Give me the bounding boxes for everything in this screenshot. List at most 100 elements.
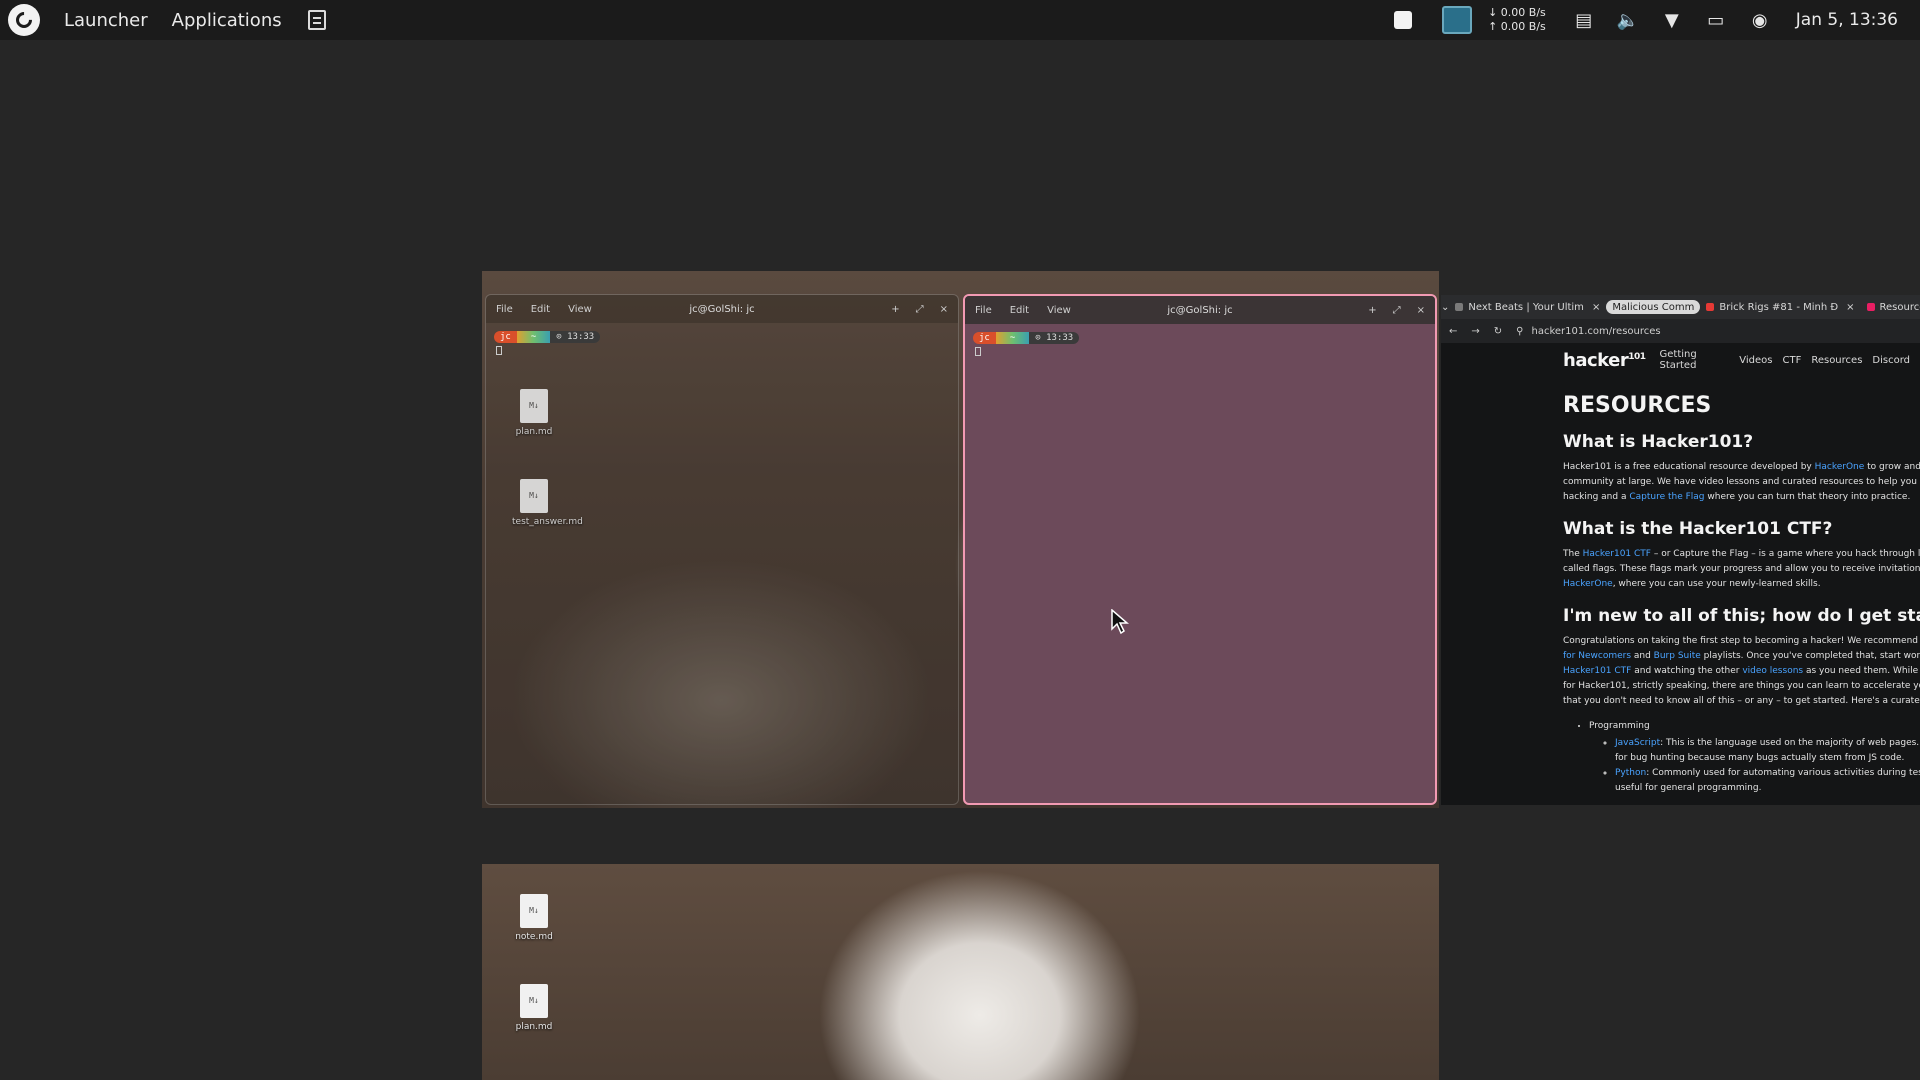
shell-prompt: jc ~ ⊙ 13:33 bbox=[973, 332, 1435, 344]
site-info-icon[interactable]: ⚲ bbox=[1516, 326, 1523, 337]
applications-button[interactable]: Applications bbox=[172, 10, 282, 31]
top-panel: Launcher Applications ↓ 0.00 B/s ↑ 0.00 … bbox=[0, 0, 1920, 40]
workspace-thumbnail-icon[interactable] bbox=[1442, 6, 1473, 34]
workspace-indicator-icon[interactable] bbox=[1394, 11, 1413, 29]
new-tab-icon[interactable]: + bbox=[1368, 305, 1376, 316]
maximize-icon[interactable]: ⤢ bbox=[1393, 305, 1401, 316]
prompt-user: jc bbox=[973, 332, 996, 344]
menu-edit[interactable]: Edit bbox=[1010, 305, 1029, 316]
desktop-file-plan[interactable]: plan.md bbox=[512, 984, 556, 1032]
pop-logo-icon[interactable] bbox=[8, 4, 40, 36]
tab-label: Resources bbox=[1879, 301, 1920, 313]
reload-icon[interactable]: ↻ bbox=[1494, 326, 1502, 337]
wifi-icon[interactable]: ▼ bbox=[1662, 10, 1682, 31]
net-down: ↓ 0.00 B/s bbox=[1488, 6, 1546, 19]
window-title: jc@GolShi: jc bbox=[1167, 304, 1233, 316]
nav-ctf[interactable]: CTF bbox=[1782, 355, 1801, 366]
menu-view[interactable]: View bbox=[568, 304, 592, 315]
horse-wallpaper bbox=[482, 864, 1439, 1080]
nav-videos[interactable]: Videos bbox=[1739, 355, 1772, 366]
prompt-dir: ~ bbox=[516, 331, 551, 343]
forward-icon[interactable]: → bbox=[1471, 326, 1479, 337]
markdown-file-icon bbox=[520, 894, 548, 928]
list-item: Programming JavaScript: This is the lang… bbox=[1589, 719, 1920, 796]
system-tray: ↓ 0.00 B/s ↑ 0.00 B/s ▤ 🔈 ▼ ▭ ◉ Jan 5, 1… bbox=[1394, 0, 1920, 40]
page-title: RESOURCES bbox=[1563, 393, 1712, 418]
tab-label: Malicious Comm bbox=[1612, 301, 1695, 313]
maximize-icon[interactable]: ⤢ bbox=[916, 304, 924, 315]
terminal-cursor bbox=[975, 347, 981, 356]
link-hacker101-ctf[interactable]: Hacker101 CTF bbox=[1563, 666, 1631, 676]
link-for-newcomers[interactable]: for Newcomers bbox=[1563, 651, 1631, 661]
markdown-file-icon bbox=[520, 984, 548, 1018]
terminal-window-left[interactable]: File Edit View jc@GolShi: jc + ⤢ × jc ~ … bbox=[485, 294, 959, 805]
url-field[interactable]: hacker101.com/resources bbox=[1532, 326, 1661, 337]
new-tab-icon[interactable]: + bbox=[891, 304, 899, 315]
menu-edit[interactable]: Edit bbox=[531, 304, 550, 315]
youtube-icon bbox=[1706, 303, 1715, 311]
tab-label: Brick Rigs #81 - Minh Đ bbox=[1719, 301, 1839, 313]
clipboard-icon[interactable]: ▤ bbox=[1574, 10, 1594, 31]
volume-icon[interactable]: 🔈 bbox=[1617, 10, 1639, 31]
file-label: plan.md bbox=[515, 1022, 553, 1032]
tab-malicious[interactable]: Malicious Comm bbox=[1606, 300, 1701, 314]
tab-resources[interactable]: Resources bbox=[1861, 297, 1920, 317]
battery-icon[interactable]: ▭ bbox=[1706, 10, 1726, 31]
tab-strip: ⌄ Next Beats | Your Ultim × Malicious Co… bbox=[1441, 295, 1920, 319]
network-speed: ↓ 0.00 B/s ↑ 0.00 B/s bbox=[1488, 6, 1546, 34]
resource-list: Programming JavaScript: This is the lang… bbox=[1563, 719, 1920, 796]
link-python[interactable]: Python bbox=[1615, 768, 1646, 778]
page-content: hacker101 Getting Started Videos CTF Res… bbox=[1441, 343, 1920, 796]
close-tab-icon[interactable]: × bbox=[1846, 302, 1854, 313]
link-hacker101-ctf[interactable]: Hacker101 CTF bbox=[1583, 549, 1651, 559]
menu-view[interactable]: View bbox=[1047, 305, 1071, 316]
link-capture-the-flag[interactable]: Capture the Flag bbox=[1629, 492, 1704, 502]
net-up: ↑ 0.00 B/s bbox=[1488, 20, 1546, 33]
bluetooth-icon[interactable]: ◉ bbox=[1750, 10, 1770, 31]
heading-ctf: What is the Hacker101 CTF? bbox=[1563, 519, 1833, 539]
tab-list-chevron-icon[interactable]: ⌄ bbox=[1441, 302, 1449, 313]
link-burp-suite[interactable]: Burp Suite bbox=[1654, 651, 1701, 661]
notes-icon[interactable] bbox=[307, 10, 326, 30]
workspace-2[interactable]: note.md plan.md bbox=[482, 864, 1439, 1080]
back-icon[interactable]: ← bbox=[1449, 326, 1457, 337]
address-bar-row: ← → ↻ ⚲ hacker101.com/resources bbox=[1441, 319, 1920, 343]
nav-getting-started[interactable]: Getting Started bbox=[1660, 349, 1730, 371]
nav-resources[interactable]: Resources bbox=[1811, 355, 1862, 366]
nav-discord[interactable]: Discord bbox=[1872, 355, 1910, 366]
shell-prompt: jc ~ ⊙ 13:33 bbox=[494, 331, 958, 343]
close-icon[interactable]: × bbox=[1417, 305, 1425, 316]
tab-next-beats[interactable]: Next Beats | Your Ultim × bbox=[1449, 297, 1606, 317]
link-hackerone[interactable]: HackerOne bbox=[1563, 579, 1613, 589]
close-icon[interactable]: × bbox=[940, 304, 948, 315]
link-hackerone[interactable]: HackerOne bbox=[1815, 462, 1865, 472]
paragraph-ctf: The Hacker101 CTF – or Capture the Flag … bbox=[1563, 549, 1920, 589]
close-tab-icon[interactable]: × bbox=[1592, 302, 1600, 313]
terminal-window-right[interactable]: File Edit View jc@GolShi: jc + ⤢ × jc ~ … bbox=[963, 294, 1437, 805]
link-javascript[interactable]: JavaScript bbox=[1615, 738, 1660, 748]
launcher-button[interactable]: Launcher bbox=[64, 10, 148, 31]
hacker101-favicon-icon bbox=[1866, 303, 1875, 311]
link-video-lessons[interactable]: video lessons bbox=[1742, 666, 1803, 676]
heading-get-started: I'm new to all of this; how do I get sta… bbox=[1563, 606, 1920, 626]
list-item: JavaScript: This is the language used on… bbox=[1615, 736, 1920, 766]
site-nav: hacker101 Getting Started Videos CTF Res… bbox=[1563, 349, 1920, 371]
workspace-1[interactable]: plan.md test_answer.md File Edit View jc… bbox=[482, 271, 1439, 808]
terminal-titlebar[interactable]: File Edit View jc@GolShi: jc + ⤢ × bbox=[965, 296, 1435, 324]
tab-label: Next Beats | Your Ultim bbox=[1468, 301, 1584, 313]
prompt-dir: ~ bbox=[995, 332, 1030, 344]
terminal-titlebar[interactable]: File Edit View jc@GolShi: jc + ⤢ × bbox=[486, 295, 958, 323]
prompt-time: ⊙ 13:33 bbox=[550, 331, 601, 343]
mouse-pointer-icon bbox=[1111, 609, 1129, 635]
terminal-cursor bbox=[496, 346, 502, 355]
tab-brick-rigs[interactable]: Brick Rigs #81 - Minh Đ × bbox=[1700, 297, 1860, 317]
menu-file[interactable]: File bbox=[975, 305, 992, 316]
browser-window[interactable]: ⌄ Next Beats | Your Ultim × Malicious Co… bbox=[1441, 295, 1920, 805]
favicon-icon bbox=[1455, 303, 1464, 311]
window-title: jc@GolShi: jc bbox=[689, 303, 755, 315]
paragraph-what-is: Hacker101 is a free educational resource… bbox=[1563, 462, 1920, 502]
desktop-file-note[interactable]: note.md bbox=[512, 894, 556, 942]
menu-file[interactable]: File bbox=[496, 304, 513, 315]
hacker101-logo[interactable]: hacker101 bbox=[1563, 350, 1646, 371]
clock[interactable]: Jan 5, 13:36 bbox=[1796, 10, 1898, 30]
